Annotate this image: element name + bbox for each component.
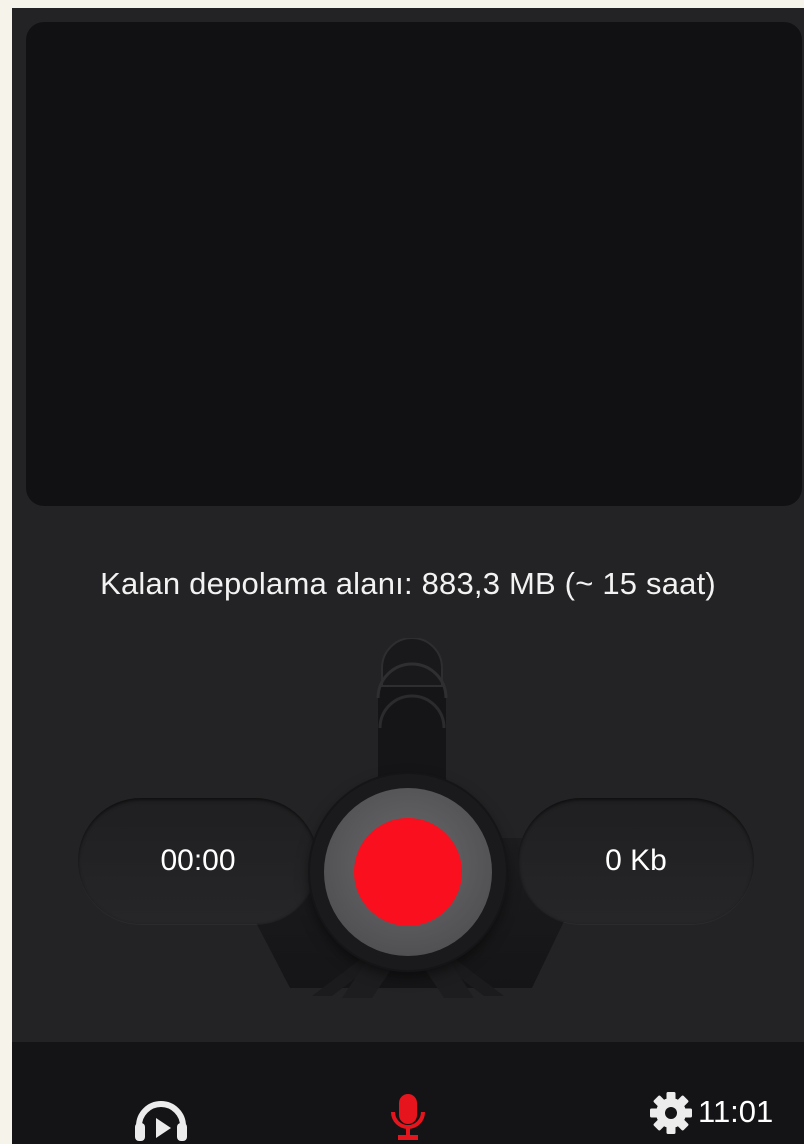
nav-settings-button[interactable]: [648, 1090, 694, 1136]
remaining-storage-label: Kalan depolama alanı: 883,3 MB (~ 15 saa…: [100, 566, 716, 601]
microphone-recorder: 00:00 0 Kb: [12, 638, 804, 1008]
status-clock: 11:01: [698, 1094, 774, 1129]
microphone-icon: [391, 1094, 425, 1140]
headphones-play-icon: [135, 1101, 187, 1141]
gear-icon: [650, 1092, 692, 1134]
file-size-display: 0 Kb: [518, 798, 754, 924]
waveform-display: [26, 22, 802, 506]
elapsed-time-display: 00:00: [78, 798, 318, 924]
record-button-housing: [310, 774, 506, 970]
bottom-navigation-bar: 11:01: [12, 1042, 804, 1144]
recorder-app: Kalan depolama alanı: 883,3 MB (~ 15 saa…: [12, 8, 804, 1144]
record-button[interactable]: [324, 788, 492, 956]
nav-recordings-button[interactable]: [132, 1092, 190, 1144]
file-size-value: 0 Kb: [605, 844, 667, 877]
nav-record-button[interactable]: [388, 1088, 428, 1144]
record-dot-icon: [354, 818, 462, 926]
elapsed-time-value: 00:00: [160, 844, 236, 877]
